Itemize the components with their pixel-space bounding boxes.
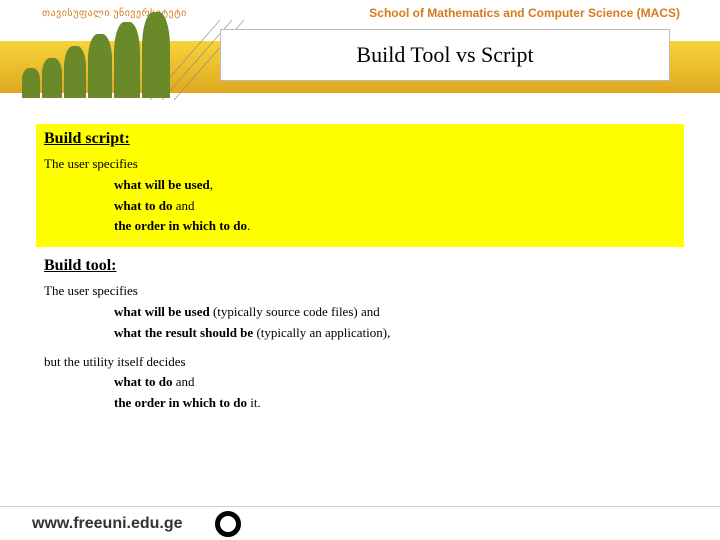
script-line-3: the order in which to do. xyxy=(44,216,676,237)
build-tool-block: Build tool: The user specifies what will… xyxy=(36,251,684,424)
slide-title: Build Tool vs Script xyxy=(356,42,533,68)
school-name: School of Mathematics and Computer Scien… xyxy=(369,6,680,20)
header-zone: Build Tool vs Script xyxy=(0,26,720,106)
script-line-2: what to do and xyxy=(44,196,676,217)
script-heading: Build script: xyxy=(44,130,676,148)
tool-line-a2: what the result should be (typically an … xyxy=(44,323,676,344)
logo-ring-icon xyxy=(215,511,241,537)
build-script-block: Build script: The user specifies what wi… xyxy=(36,124,684,247)
footer: www.freeuni.edu.ge xyxy=(0,506,720,540)
tool-line-a1: what will be used (typically source code… xyxy=(44,302,676,323)
tool-lead-1: The user specifies xyxy=(44,281,676,302)
script-lead: The user specifies xyxy=(44,154,676,175)
footer-url: www.freeuni.edu.ge xyxy=(32,515,183,533)
script-line-1: what will be used, xyxy=(44,175,676,196)
tool-lead-2: but the utility itself decides xyxy=(44,352,676,373)
content-area: Build script: The user specifies what wi… xyxy=(0,106,720,424)
evolution-graphic xyxy=(22,6,182,98)
tool-line-b1: what to do and xyxy=(44,372,676,393)
tool-line-b2: the order in which to do it. xyxy=(44,393,676,414)
slide-title-box: Build Tool vs Script xyxy=(220,29,670,81)
tool-heading: Build tool: xyxy=(44,257,676,275)
